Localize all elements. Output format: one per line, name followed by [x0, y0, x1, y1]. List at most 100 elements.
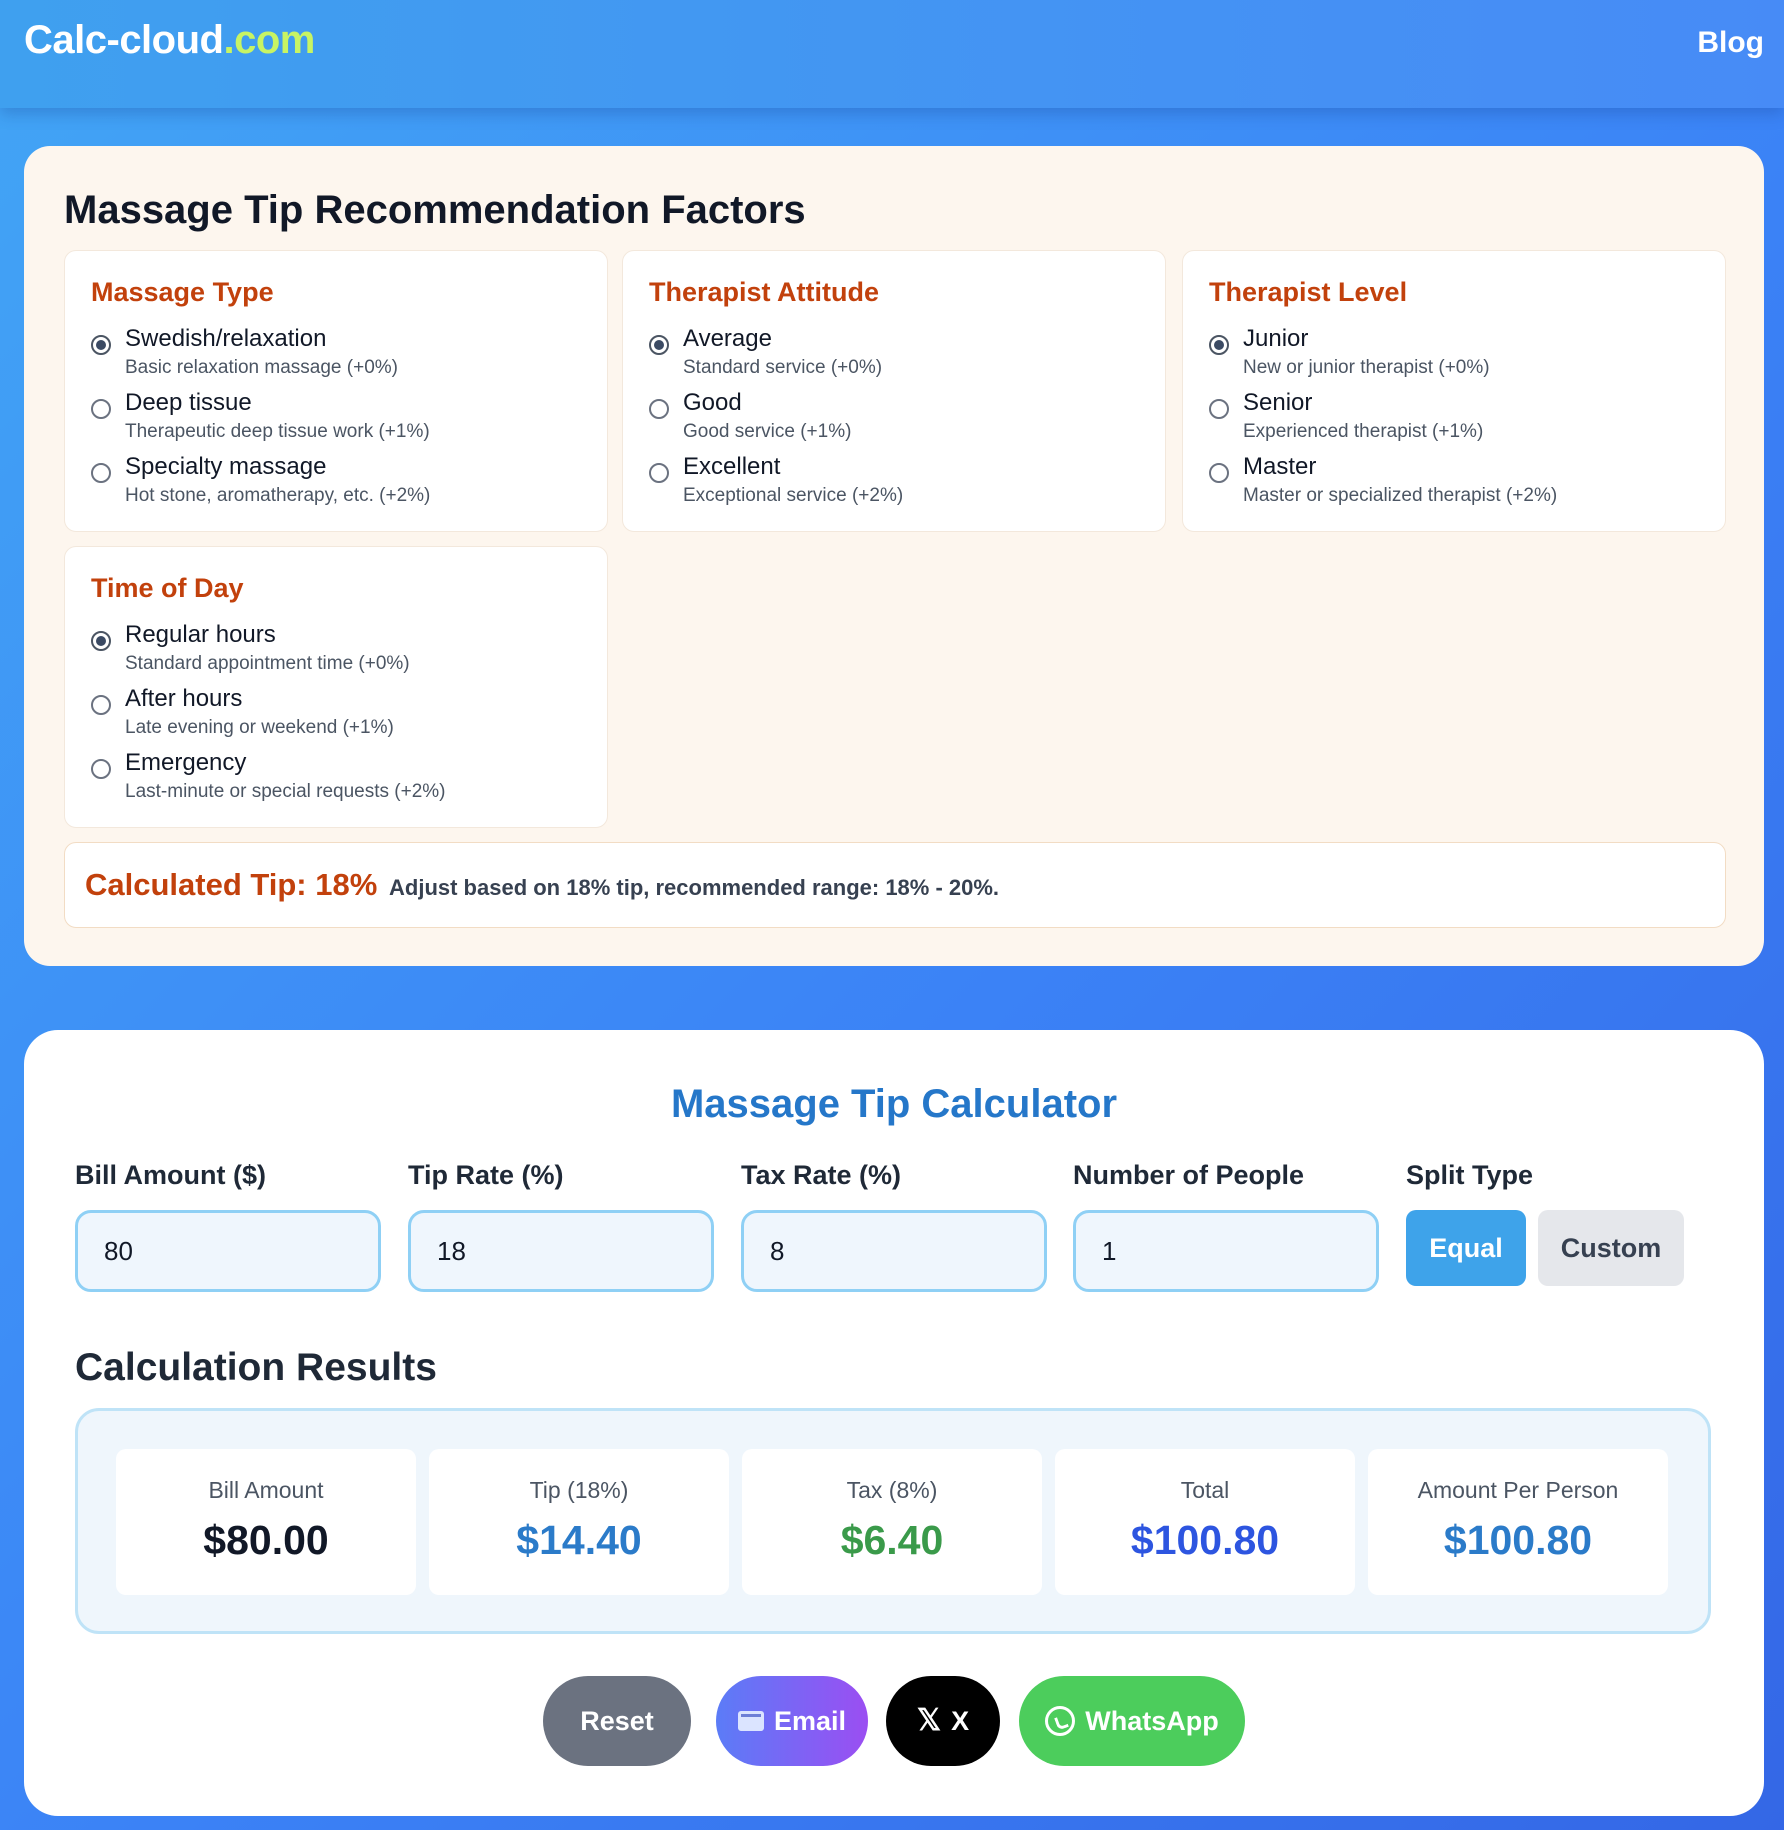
option-label: Good: [683, 389, 742, 416]
factor-title: Therapist Level: [1209, 277, 1408, 307]
results-box: Bill Amount $80.00 Tip (18%) $14.40 Tax …: [75, 1408, 1711, 1634]
calculated-tip-value: Calculated Tip: 18%: [85, 867, 378, 902]
option-label: Emergency: [125, 749, 247, 776]
option-label: Senior: [1243, 389, 1313, 416]
people-count-input[interactable]: [1073, 1210, 1379, 1292]
reset-button[interactable]: Reset: [543, 1676, 691, 1766]
radio-unchecked-icon[interactable]: [91, 695, 111, 715]
radio-unchecked-icon[interactable]: [649, 463, 669, 483]
result-value: $80.00: [203, 1517, 329, 1563]
radio-option-good[interactable]: Good Good service (+1%): [649, 389, 1149, 453]
result-card-bill: Bill Amount $80.00: [116, 1449, 416, 1595]
radio-option-specialty[interactable]: Specialty massage Hot stone, aromatherap…: [91, 453, 591, 517]
top-navbar: Calc-cloud.com Blog: [0, 0, 1784, 108]
x-label: X: [951, 1705, 970, 1736]
radio-checked-icon[interactable]: [91, 335, 111, 355]
result-card-tax: Tax (8%) $6.40: [742, 1449, 1042, 1595]
tip-factors-panel: Massage Tip Recommendation Factors Massa…: [24, 146, 1764, 966]
results-title: Calculation Results: [75, 1346, 437, 1389]
result-label: Amount Per Person: [1417, 1477, 1619, 1503]
result-card-tip: Tip (18%) $14.40: [429, 1449, 729, 1595]
tax-rate-label: Tax Rate (%): [741, 1160, 902, 1190]
factor-title: Massage Type: [91, 277, 274, 307]
factor-card-massage-type: Massage Type Swedish/relaxation Basic re…: [64, 250, 608, 532]
option-description: Late evening or weekend (+1%): [125, 717, 394, 738]
result-value: $6.40: [840, 1517, 944, 1563]
radio-unchecked-icon[interactable]: [1209, 399, 1229, 419]
option-label: Deep tissue: [125, 389, 252, 416]
option-description: Therapeutic deep tissue work (+1%): [125, 421, 430, 442]
radio-option-deep-tissue[interactable]: Deep tissue Therapeutic deep tissue work…: [91, 389, 591, 453]
option-label: After hours: [125, 685, 243, 712]
radio-option-swedish[interactable]: Swedish/relaxation Basic relaxation mass…: [91, 325, 591, 389]
factor-title: Time of Day: [91, 573, 244, 603]
email-share-button[interactable]: Email: [716, 1676, 868, 1766]
site-logo[interactable]: Calc-cloud.com: [24, 18, 315, 63]
option-label: Junior: [1243, 325, 1309, 352]
brand-tld: .com: [223, 18, 315, 62]
envelope-icon: [737, 1711, 764, 1731]
blog-link[interactable]: Blog: [1697, 26, 1764, 60]
option-label: Regular hours: [125, 621, 276, 648]
option-label: Average: [683, 325, 772, 352]
factor-card-therapist-level: Therapist Level Junior New or junior the…: [1182, 250, 1726, 532]
radio-option-master[interactable]: Master Master or specialized therapist (…: [1209, 453, 1709, 517]
factor-title: Therapist Attitude: [649, 277, 880, 307]
option-description: Exceptional service (+2%): [683, 485, 904, 506]
option-description: Standard appointment time (+0%): [125, 653, 410, 674]
bill-amount-input[interactable]: [75, 1210, 381, 1292]
radio-unchecked-icon[interactable]: [649, 399, 669, 419]
x-share-button[interactable]: 𝕏 X: [886, 1676, 1000, 1766]
radio-checked-icon[interactable]: [649, 335, 669, 355]
radio-option-senior[interactable]: Senior Experienced therapist (+1%): [1209, 389, 1709, 453]
option-description: Experienced therapist (+1%): [1243, 421, 1484, 442]
split-equal-button[interactable]: Equal: [1406, 1210, 1526, 1286]
radio-checked-icon[interactable]: [91, 631, 111, 651]
whatsapp-icon: [1045, 1706, 1076, 1736]
calculated-tip-note: Adjust based on 18% tip, recommended ran…: [389, 875, 1000, 900]
result-card-total: Total $100.80: [1055, 1449, 1355, 1595]
option-label: Specialty massage: [125, 453, 327, 480]
calculated-tip-bar: Calculated Tip: 18% Adjust based on 18% …: [64, 842, 1726, 928]
radio-checked-icon[interactable]: [1209, 335, 1229, 355]
factor-card-therapist-attitude: Therapist Attitude Average Standard serv…: [622, 250, 1166, 532]
radio-unchecked-icon[interactable]: [91, 399, 111, 419]
option-label: Master: [1243, 453, 1317, 480]
radio-option-after-hours[interactable]: After hours Late evening or weekend (+1%…: [91, 685, 591, 749]
radio-unchecked-icon[interactable]: [1209, 463, 1229, 483]
option-label: Swedish/relaxation: [125, 325, 327, 352]
option-label: Excellent: [683, 453, 781, 480]
x-logo-icon: 𝕏: [916, 1704, 942, 1737]
option-description: Hot stone, aromatherapy, etc. (+2%): [125, 485, 431, 506]
result-value: $100.80: [1130, 1517, 1280, 1563]
tip-rate-input[interactable]: [408, 1210, 714, 1292]
brand-name: Calc-cloud: [24, 18, 224, 62]
option-description: Standard service (+0%): [683, 357, 883, 378]
tip-rate-label: Tip Rate (%): [408, 1160, 564, 1190]
radio-unchecked-icon[interactable]: [91, 759, 111, 779]
radio-option-regular-hours[interactable]: Regular hours Standard appointment time …: [91, 621, 591, 685]
radio-option-junior[interactable]: Junior New or junior therapist (+0%): [1209, 325, 1709, 389]
split-type-label: Split Type: [1406, 1160, 1534, 1190]
whatsapp-share-button[interactable]: WhatsApp: [1019, 1676, 1245, 1766]
radio-option-emergency[interactable]: Emergency Last-minute or special request…: [91, 749, 591, 813]
whatsapp-label: WhatsApp: [1085, 1705, 1219, 1736]
radio-option-average[interactable]: Average Standard service (+0%): [649, 325, 1149, 389]
option-description: Master or specialized therapist (+2%): [1243, 485, 1558, 506]
people-count-label: Number of People: [1073, 1160, 1305, 1190]
result-value: $14.40: [516, 1517, 642, 1563]
factors-title: Massage Tip Recommendation Factors: [64, 188, 806, 232]
calculator-title: Massage Tip Calculator: [670, 1082, 1118, 1126]
email-label: Email: [773, 1705, 847, 1736]
result-value: $100.80: [1443, 1517, 1593, 1563]
split-custom-button[interactable]: Custom: [1538, 1210, 1684, 1286]
tax-rate-input[interactable]: [741, 1210, 1047, 1292]
result-card-per-person: Amount Per Person $100.80: [1368, 1449, 1668, 1595]
factor-card-time-of-day: Time of Day Regular hours Standard appoi…: [64, 546, 608, 828]
option-description: Basic relaxation massage (+0%): [125, 357, 398, 378]
result-label: Tax (8%): [846, 1477, 938, 1503]
radio-option-excellent[interactable]: Excellent Exceptional service (+2%): [649, 453, 1149, 517]
bill-amount-label: Bill Amount ($): [75, 1160, 266, 1190]
option-description: Good service (+1%): [683, 421, 852, 442]
radio-unchecked-icon[interactable]: [91, 463, 111, 483]
